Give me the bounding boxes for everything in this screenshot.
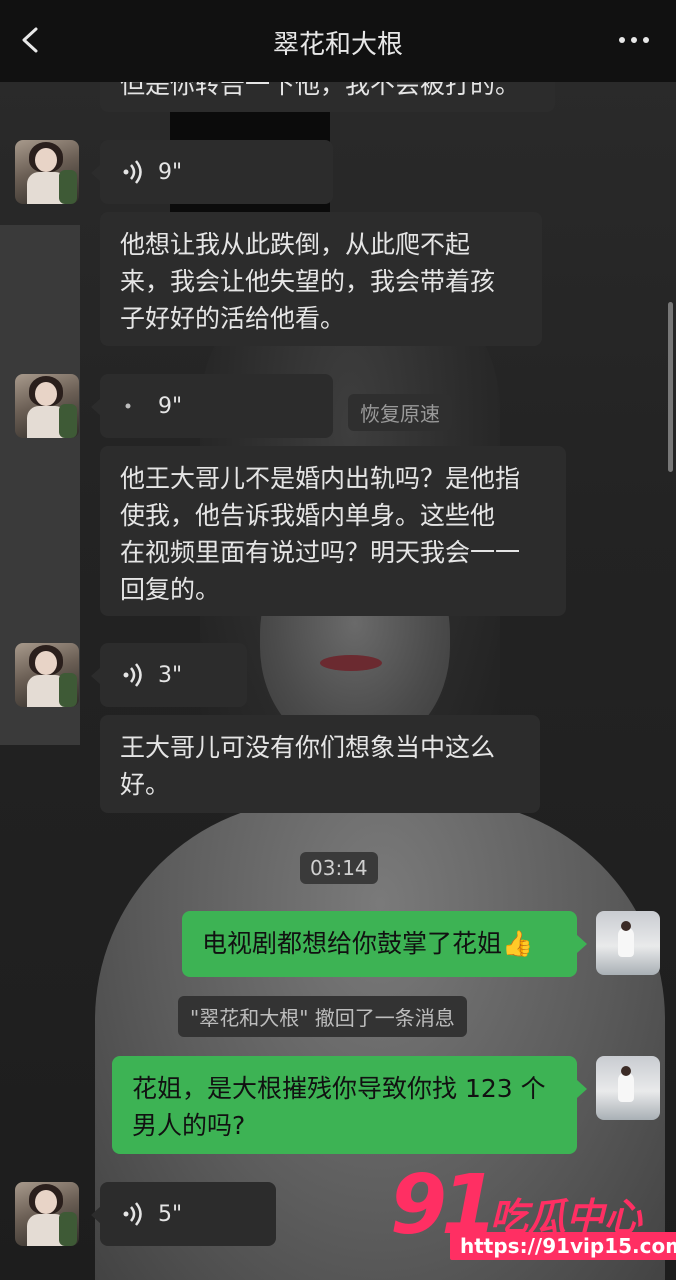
message-timestamp: 03:14: [300, 852, 378, 884]
voice-message[interactable]: 5": [100, 1182, 276, 1246]
voice-playing-icon: [125, 403, 131, 409]
voice-duration: 9": [158, 159, 183, 185]
voice-wave-icon: [123, 160, 142, 184]
voice-message[interactable]: 3": [100, 643, 247, 707]
my-avatar[interactable]: [596, 911, 660, 975]
voice-transcript: 王大哥儿可没有你们想象当中这么 好。: [100, 715, 540, 813]
bubble-tail: [577, 935, 587, 953]
contact-avatar[interactable]: [15, 374, 79, 438]
voice-transcript: 他想让我从此跌倒，从此爬不起 来，我会让他失望的，我会带着孩 子好好的活给他看。: [100, 212, 542, 346]
voice-transcript: 他王大哥儿不是婚内出轨吗？是他指 使我，他告诉我婚内单身。这些他 在视频里面有说…: [100, 446, 566, 616]
voice-message[interactable]: 9": [100, 374, 333, 438]
voice-wave-icon: [123, 1202, 142, 1226]
sent-message[interactable]: 花姐，是大根摧残你导致你找 123 个 男人的吗?: [112, 1056, 577, 1154]
recall-notice: "翠花和大根" 撤回了一条消息: [178, 996, 467, 1037]
background-lips: [320, 655, 382, 671]
voice-duration: 9": [158, 393, 183, 419]
scrollbar[interactable]: [668, 302, 673, 472]
watermark-logo: 91 吃瓜中心 https://91vip15.com: [390, 1158, 676, 1268]
voice-wave-icon: [123, 663, 142, 687]
my-avatar[interactable]: [596, 1056, 660, 1120]
watermark-url: https://91vip15.com: [450, 1232, 676, 1260]
voice-duration: 3": [158, 662, 183, 688]
contact-avatar[interactable]: [15, 140, 79, 204]
bubble-tail: [577, 1080, 587, 1098]
voice-message[interactable]: 9": [100, 140, 333, 204]
restore-speed-button[interactable]: 恢复原速: [348, 394, 452, 431]
voice-duration: 5": [158, 1201, 183, 1227]
more-options-icon[interactable]: [616, 26, 652, 54]
contact-avatar[interactable]: [15, 1182, 79, 1246]
chat-title: 翠花和大根: [272, 30, 403, 60]
sent-message[interactable]: 电视剧都想给你鼓掌了花姐👍: [182, 911, 577, 977]
chat-header: 翠花和大根: [0, 0, 676, 82]
contact-avatar[interactable]: [15, 643, 79, 707]
